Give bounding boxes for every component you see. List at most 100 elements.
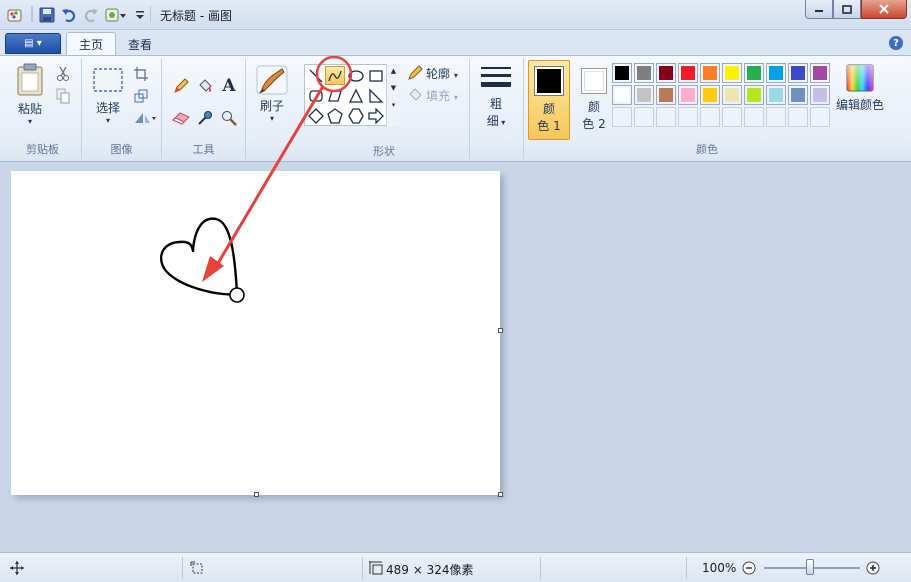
shape-polygon[interactable] — [325, 86, 345, 105]
resize-icon[interactable] — [132, 87, 150, 105]
palette-swatch[interactable] — [810, 107, 830, 127]
dropdown-icon[interactable] — [134, 6, 146, 24]
copy-icon[interactable] — [54, 87, 72, 105]
paste-button[interactable]: 粘贴 ▾ — [12, 63, 48, 126]
text-tool-icon[interactable]: A — [220, 76, 238, 96]
edit-colors-button[interactable]: 编辑颜色 — [832, 63, 888, 113]
shape-diamond[interactable] — [306, 106, 326, 125]
clipboard-group-label: 剪贴板 — [26, 143, 59, 156]
fill-bucket-icon[interactable] — [196, 77, 214, 95]
tab-view[interactable]: 查看 — [116, 32, 164, 56]
palette-swatch[interactable] — [788, 85, 808, 105]
shape-rectangle[interactable] — [366, 66, 386, 85]
minimize-button[interactable] — [805, 0, 833, 19]
canvas-resize-handle-bottom[interactable] — [254, 492, 259, 497]
rotate-icon[interactable] — [132, 109, 158, 127]
palette-swatch[interactable] — [700, 63, 720, 83]
palette-swatch[interactable] — [634, 63, 654, 83]
palette-swatch[interactable] — [766, 85, 786, 105]
color-picker-icon[interactable] — [196, 109, 214, 127]
palette-swatch[interactable] — [722, 63, 742, 83]
shape-curve[interactable] — [325, 66, 345, 85]
eraser-icon[interactable] — [172, 109, 190, 127]
size-group: 粗 细 ▾ — [470, 59, 524, 159]
palette-swatch[interactable] — [810, 85, 830, 105]
shapes-gallery-scroll[interactable]: ▲ ▼ ▾ — [386, 64, 400, 126]
gallery-expand-icon[interactable]: ▾ — [387, 101, 400, 109]
palette-swatch[interactable] — [612, 107, 632, 127]
scroll-down-icon[interactable]: ▼ — [387, 84, 400, 92]
palette-swatch[interactable] — [656, 85, 676, 105]
outline-button[interactable]: 轮廓 ▾ — [426, 65, 458, 82]
size-button[interactable]: 粗 细 ▾ — [476, 63, 516, 129]
palette-swatch[interactable] — [656, 107, 676, 127]
magnifier-icon[interactable] — [220, 109, 238, 127]
crop-icon[interactable] — [132, 65, 150, 83]
palette-swatch[interactable] — [744, 63, 764, 83]
palette-swatch[interactable] — [722, 107, 742, 127]
pencil-icon[interactable] — [172, 77, 190, 95]
edit-colors-label: 编辑颜色 — [835, 98, 884, 112]
undo-icon[interactable] — [60, 6, 78, 24]
curve-control-point[interactable] — [229, 287, 245, 303]
shape-right-triangle[interactable] — [366, 86, 386, 105]
cut-icon[interactable] — [54, 65, 72, 83]
palette-swatch[interactable] — [722, 85, 742, 105]
shape-rounded-rectangle[interactable] — [306, 86, 326, 105]
palette-swatch-color — [725, 66, 739, 80]
brushes-button[interactable]: 刷子 ▾ — [252, 65, 292, 123]
palette-swatch[interactable] — [700, 107, 720, 127]
shape-oval[interactable] — [346, 66, 366, 85]
zoom-in-icon[interactable] — [864, 559, 882, 577]
fill-label: 填充 — [426, 89, 451, 103]
palette-swatch[interactable] — [634, 107, 654, 127]
maximize-button[interactable] — [833, 0, 861, 19]
shape-triangle[interactable] — [346, 86, 366, 105]
palette-swatch[interactable] — [700, 85, 720, 105]
close-button[interactable] — [861, 0, 907, 19]
help-icon[interactable]: ? — [889, 36, 903, 50]
save-icon[interactable] — [38, 6, 56, 24]
paint-menu-button[interactable]: ▤ ▾ — [5, 33, 61, 54]
help-label: ? — [893, 37, 899, 49]
palette-swatch[interactable] — [678, 85, 698, 105]
palette-swatch[interactable] — [678, 107, 698, 127]
status-separator — [182, 557, 183, 579]
shape-line[interactable] — [306, 66, 326, 85]
zoom-slider-thumb[interactable] — [806, 559, 814, 575]
color2-button[interactable]: 颜 色 2 — [574, 60, 614, 140]
paste-dropdown-icon: ▾ — [27, 117, 32, 126]
shape-hexagon[interactable] — [346, 106, 366, 125]
palette-swatch-color — [659, 66, 673, 80]
palette-swatch[interactable] — [766, 63, 786, 83]
tab-home[interactable]: 主页 — [66, 32, 117, 56]
shape-pentagon[interactable] — [325, 106, 345, 125]
palette-swatch[interactable] — [810, 63, 830, 83]
palette-swatch[interactable] — [678, 63, 698, 83]
palette-swatch[interactable] — [612, 85, 632, 105]
canvas-resize-handle-corner[interactable] — [498, 492, 503, 497]
drawing-canvas[interactable] — [11, 171, 500, 495]
palette-swatch[interactable] — [766, 107, 786, 127]
outline-icon[interactable] — [406, 64, 424, 82]
palette-swatch[interactable] — [612, 63, 632, 83]
fill-button[interactable]: 填充 ▾ — [426, 87, 458, 104]
zoom-out-icon[interactable] — [740, 559, 758, 577]
palette-swatch[interactable] — [788, 63, 808, 83]
palette-swatch[interactable] — [788, 107, 808, 127]
fill-icon[interactable] — [406, 86, 424, 104]
palette-swatch[interactable] — [634, 85, 654, 105]
select-button[interactable]: 选择 ▾ — [90, 67, 126, 125]
rectangle-shape-icon — [369, 69, 383, 82]
color1-label-top: 颜 — [542, 102, 555, 116]
palette-swatch[interactable] — [656, 63, 676, 83]
paint-app-icon[interactable] — [6, 6, 24, 24]
scroll-up-icon[interactable]: ▲ — [387, 67, 400, 75]
color1-button[interactable]: 颜 色 1 — [528, 60, 570, 140]
canvas-resize-handle-right[interactable] — [498, 328, 503, 333]
redo-icon[interactable] — [82, 6, 100, 24]
customize-quick-access-icon[interactable] — [105, 6, 127, 24]
shape-arrow[interactable] — [366, 106, 386, 125]
palette-swatch[interactable] — [744, 85, 764, 105]
palette-swatch[interactable] — [744, 107, 764, 127]
